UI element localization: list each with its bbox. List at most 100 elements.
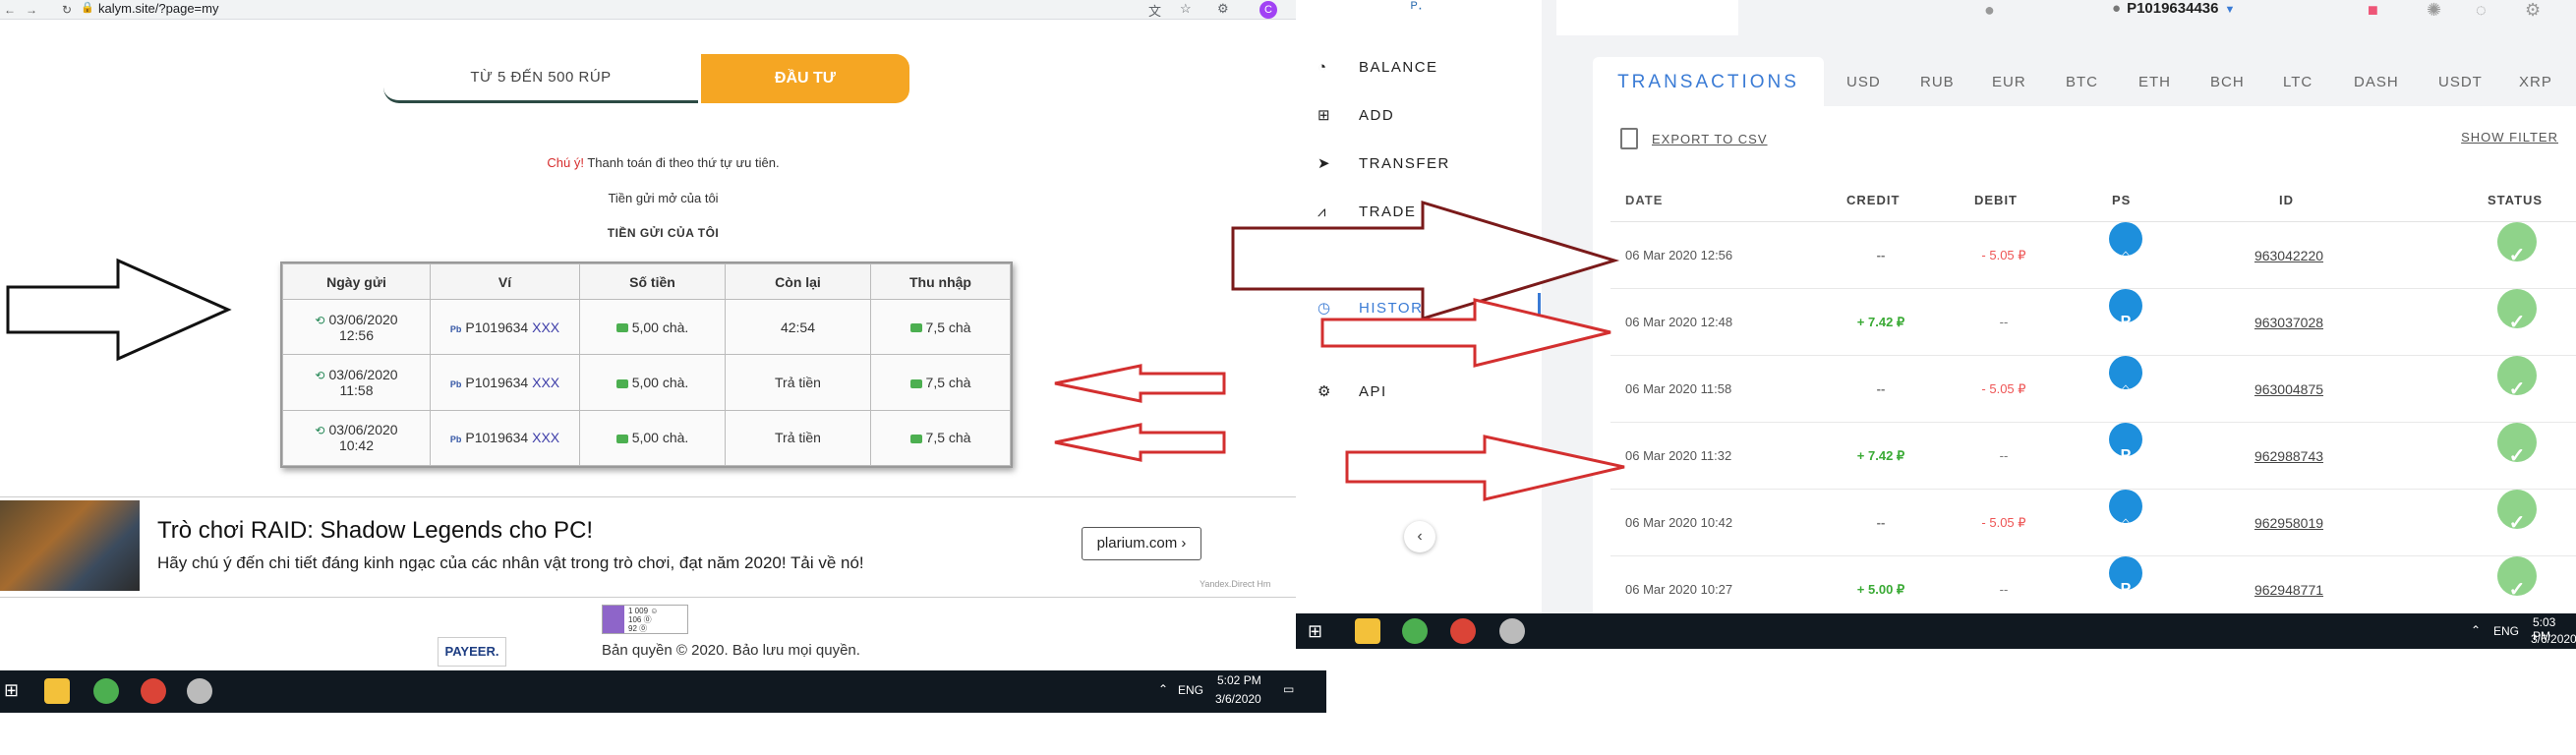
send-icon: ➤ (1317, 155, 1332, 172)
deposit-remaining: Trả tiền (725, 354, 871, 411)
star-icon[interactable]: ☆ (1180, 1, 1192, 17)
account-menu[interactable]: ● P1019634436 ▼ (2112, 0, 2235, 17)
sidebar-item-trade[interactable]: ⩘ TRADE (1317, 200, 1416, 223)
chevron-left-icon: ‹ (1417, 528, 1423, 545)
check-icon: ✓ (2497, 423, 2537, 467)
translate-icon[interactable]: 文 (1148, 1, 1161, 20)
counter-value: 106 ⓪ (628, 615, 652, 624)
sidebar-item-api[interactable]: ⚙ API (1317, 379, 1387, 403)
settings-icon[interactable]: ⚙ (2525, 0, 2541, 21)
tab-dash[interactable]: DASH (2354, 74, 2399, 90)
table-row[interactable]: 06 Mar 2020 12:48 + 7.42 ₽ -- P 96303702… (1610, 289, 2576, 356)
payeer-logo[interactable]: PAYEER. (438, 637, 506, 667)
flag-icon[interactable]: ■ (2368, 0, 2378, 21)
address-bar[interactable]: kalym.site/?page=my (98, 1, 218, 16)
ad-title[interactable]: Trò chơi RAID: Shadow Legends cho PC! (157, 517, 593, 545)
file-explorer-icon[interactable] (1355, 618, 1380, 644)
app-icon[interactable] (1499, 618, 1525, 644)
windows-start-icon[interactable]: ⊞ (4, 681, 22, 699)
deposit-wallet: Pb P1019634 XXX (430, 409, 580, 467)
deposit-amount: 5,00 chà. (579, 298, 726, 356)
notification-icon[interactable]: ▭ (1283, 682, 1294, 696)
tx-id[interactable]: 963042220 (2225, 222, 2353, 289)
amount-range-input[interactable]: TỪ 5 ĐẾN 500 RÚP (383, 54, 698, 103)
ad-banner[interactable]: Trò chơi RAID: Shadow Legends cho PC! Hã… (0, 496, 1326, 598)
extension-icon[interactable]: ⚙ (1217, 1, 1229, 17)
tab-btc[interactable]: BTC (2066, 74, 2098, 90)
sidebar-item-exchange[interactable]: ⟳ EXCHANGE (1317, 248, 1453, 271)
table-row[interactable]: 06 Mar 2020 12:56 -- - 5.05 ₽ ⌂ 96304222… (1610, 222, 2576, 289)
collapse-sidebar-button[interactable]: ‹ (1404, 521, 1435, 552)
check-icon: ✓ (2497, 556, 2537, 601)
tx-debit: -- (1999, 315, 2009, 329)
windows-start-icon[interactable]: ⊞ (1308, 622, 1325, 640)
file-explorer-icon[interactable] (44, 678, 70, 704)
tx-debit: - 5.05 ₽ (1981, 381, 2026, 396)
ad-link-button[interactable]: plarium.com › (1082, 527, 1201, 560)
tab-usdt[interactable]: USDT (2438, 74, 2483, 90)
search-input[interactable] (1556, 0, 1738, 35)
table-row[interactable]: 06 Mar 2020 11:58 -- - 5.05 ₽ ⌂ 96300487… (1610, 356, 2576, 423)
tx-credit: -- (1876, 248, 1886, 262)
sidebar-item-add[interactable]: ⊞ ADD (1317, 103, 1394, 127)
tab-transactions[interactable]: TRANSACTIONS (1593, 57, 1824, 108)
sidebar: ᴾ· ◔ BALANCE ⊞ ADD ➤ TRANSFER ⩘ TRADE ⟳ EXCHA… (1296, 0, 1542, 613)
payeer-logo[interactable]: ᴾ· (1411, 0, 1423, 18)
cash-icon (615, 435, 628, 444)
clock-time[interactable]: 5:02 PM (1217, 673, 1261, 687)
forward-icon[interactable]: → (22, 3, 41, 17)
chrome-icon[interactable] (1450, 618, 1476, 644)
sidebar-item-history[interactable]: ◷ HISTORY (1317, 296, 1434, 319)
check-icon: ✓ (2497, 356, 2537, 400)
payeer-icon: P (2109, 289, 2142, 330)
clock-date[interactable]: 3/6/2020 (2531, 632, 2576, 646)
tx-date: 06 Mar 2020 11:58 (1625, 381, 1732, 396)
app-icon[interactable] (93, 678, 119, 704)
sidebar-item-transfer[interactable]: ➤ TRANSFER (1317, 151, 1450, 175)
deposit-wallet: Pb P1019634 XXX (430, 298, 580, 356)
tab-ltc[interactable]: LTC (2283, 74, 2313, 90)
ad-image[interactable] (0, 500, 140, 591)
windows-taskbar: ⊞ ⌃ ENG 5:02 PM 3/6/2020 ▭ (0, 670, 1326, 713)
app-icon[interactable] (187, 678, 212, 704)
refresh-icon: ⟲ (315, 313, 325, 327)
tab-xrp[interactable]: XRP (2519, 74, 2552, 90)
tab-rub[interactable]: RUB (1920, 74, 1955, 90)
table-row[interactable]: 06 Mar 2020 11:32 + 7.42 ₽ -- P 96298874… (1610, 423, 2576, 490)
help-icon[interactable]: ● (1984, 0, 1995, 21)
tx-id[interactable]: 962958019 (2225, 490, 2353, 556)
table-row[interactable]: 06 Mar 2020 10:42 -- - 5.05 ₽ ⌂ 96295801… (1610, 490, 2576, 556)
profile-avatar[interactable]: C (1259, 1, 1277, 19)
reload-icon[interactable]: ↻ (57, 3, 77, 17)
sun-icon[interactable]: ✺ (2427, 0, 2441, 21)
tab-eur[interactable]: EUR (1992, 74, 2026, 90)
chrome-icon[interactable] (141, 678, 166, 704)
tray-chevron-icon[interactable]: ⌃ (2471, 623, 2481, 637)
payeer-icon: Pb (449, 435, 462, 445)
tx-debit: - 5.05 ₽ (1981, 248, 2026, 262)
language-indicator[interactable]: ENG (2493, 624, 2519, 638)
cash-icon (909, 323, 922, 333)
tab-eth[interactable]: ETH (2138, 74, 2171, 90)
app-icon[interactable] (1402, 618, 1428, 644)
tx-id[interactable]: 963037028 (2225, 289, 2353, 356)
tab-usd[interactable]: USD (1846, 74, 1881, 90)
language-indicator[interactable]: ENG (1178, 683, 1203, 697)
tab-bch[interactable]: BCH (2210, 74, 2245, 90)
visitor-counter[interactable]: 1 009 ☺ 106 ⓪ 92 ⓪ (602, 605, 688, 634)
back-icon[interactable]: ← (0, 3, 20, 17)
tx-id[interactable]: 962988743 (2225, 423, 2353, 490)
cash-icon (615, 323, 628, 333)
chat-icon[interactable]: ◌ (2476, 0, 2487, 21)
open-deposits-link[interactable]: Tiền gửi mở của tôi (0, 191, 1326, 205)
invest-button[interactable]: ĐẦU TƯ (701, 54, 909, 103)
show-filter-button[interactable]: SHOW FILTER (2461, 130, 2558, 145)
tx-id[interactable]: 963004875 (2225, 356, 2353, 423)
tray-chevron-icon[interactable]: ⌃ (1158, 682, 1168, 696)
export-csv-button[interactable]: EXPORT TO CSV (1620, 128, 1768, 149)
sidebar-item-balance[interactable]: ◔ BALANCE (1317, 55, 1438, 79)
clock-date[interactable]: 3/6/2020 (1215, 692, 1261, 706)
deposit-income: 7,5 chà (870, 354, 1011, 411)
tx-credit: -- (1876, 515, 1886, 530)
main-content: ● ● P1019634436 ▼ ■ ✺ ◌ ⚙ TRANSACTIONS USD… (1542, 0, 2576, 627)
